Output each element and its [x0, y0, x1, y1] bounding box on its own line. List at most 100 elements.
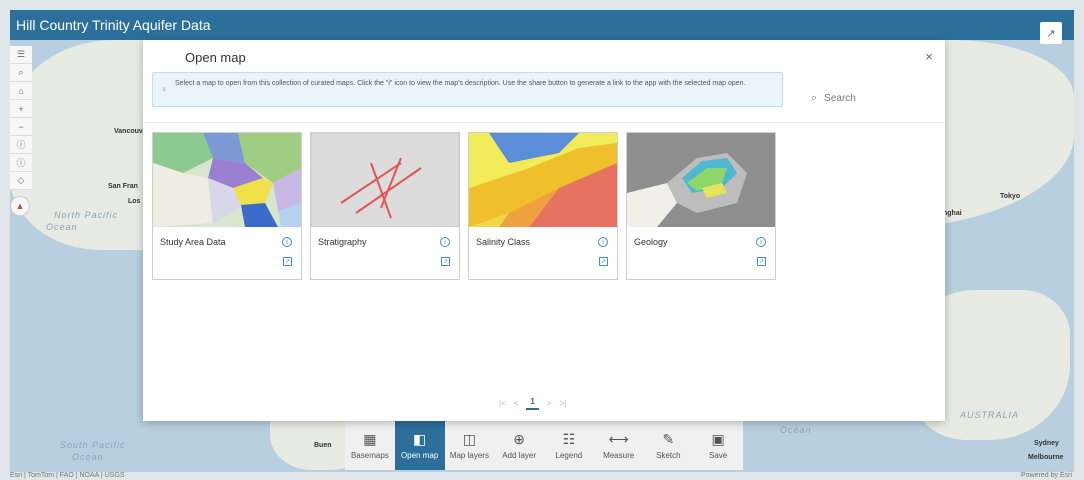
map-city-label: San Fran — [108, 183, 138, 190]
compass-icon: ▲ — [15, 201, 25, 211]
map-thumbnail — [311, 133, 459, 227]
share-button[interactable]: ↗ — [441, 257, 450, 266]
card-title: Stratigraphy — [318, 237, 367, 247]
lightbulb-icon: ♀ — [161, 85, 167, 94]
info-icon: ⓘ — [16, 158, 26, 168]
legend-icon: ☷ — [562, 431, 576, 447]
ocean-label: Ocean — [72, 452, 104, 462]
map-city-label: Melbourne — [1028, 454, 1064, 461]
bottom-toolbar: ▦ Basemaps ◧ Open map ◫ Map layers ⊕ Add… — [345, 420, 743, 470]
toolbar-sketch[interactable]: ✎ Sketch — [644, 420, 694, 470]
search-icon: ⌕ — [811, 91, 818, 104]
ocean-label: AUSTRALIA — [960, 410, 1020, 420]
ocean-label: Ocean — [780, 425, 812, 435]
map-city-label: Buen — [314, 442, 332, 449]
card-title: Salinity Class — [476, 237, 531, 247]
card-title: Study Area Data — [160, 237, 226, 247]
toolbar-label: Measure — [603, 451, 635, 460]
share-button[interactable]: ↗ — [599, 257, 608, 266]
locate-icon: ◇ — [17, 175, 25, 185]
home-button[interactable]: ⌂ — [10, 82, 32, 100]
prev-page-button[interactable]: < — [514, 399, 519, 408]
map-city-label: Vancouv — [114, 128, 143, 135]
info-button-2[interactable]: ⓘ — [10, 154, 32, 172]
search-icon: ⌕ — [18, 67, 24, 77]
plus-icon: + — [18, 103, 24, 114]
ocean-label: South Pacific — [60, 440, 126, 450]
search-input[interactable] — [824, 92, 905, 104]
share-button[interactable]: ↗ — [283, 257, 292, 266]
close-icon: × — [925, 48, 933, 64]
share-icon: ↗ — [284, 259, 291, 265]
toolbar-save[interactable]: ▣ Save — [693, 420, 743, 470]
toolbar-label: Map layers — [449, 451, 489, 460]
share-button[interactable]: ↗ — [757, 257, 766, 266]
first-page-button[interactable]: |< — [499, 399, 506, 408]
last-page-button[interactable]: >| — [560, 399, 567, 408]
map-thumbnail — [469, 133, 617, 227]
measure-icon: ⟷ — [608, 431, 629, 447]
info-icon: i — [286, 238, 288, 246]
pagination: |< < 1 > >| — [499, 397, 566, 410]
info-icon: i — [444, 238, 446, 246]
app-header: Hill Country Trinity Aquifer Data ↗ — [10, 10, 1074, 44]
toolbar-measure[interactable]: ⟷ Measure — [594, 420, 644, 470]
share-icon: ↗ — [758, 259, 765, 265]
home-icon: ⌂ — [18, 85, 24, 96]
share-button[interactable]: ↗ — [1040, 22, 1062, 44]
layers-icon: ◫ — [462, 431, 476, 447]
compass-button[interactable]: ▲ — [10, 196, 30, 216]
dialog-title: Open map — [185, 50, 246, 65]
info-banner: ♀ Select a map to open from this collect… — [152, 72, 783, 107]
toolbar-label: Sketch — [656, 451, 681, 460]
map-card[interactable]: Stratigraphy i ↗ — [310, 132, 460, 280]
info-icon: i — [760, 238, 762, 246]
toolbar-label: Save — [709, 451, 728, 460]
toolbar-map-layers[interactable]: ◫ Map layers — [445, 420, 495, 470]
share-icon: ↗ — [442, 259, 449, 265]
map-card[interactable]: Study Area Data i ↗ — [152, 132, 302, 280]
map-card[interactable]: Geology i ↗ — [626, 132, 776, 280]
search-map-button[interactable]: ⌕ — [10, 64, 32, 82]
app-title: Hill Country Trinity Aquifer Data — [16, 17, 211, 33]
toolbar-add-layer[interactable]: ⊕ Add layer — [494, 420, 544, 470]
next-page-button[interactable]: > — [547, 399, 552, 408]
map-city-label: Tokyo — [1000, 193, 1021, 200]
info-button[interactable]: i — [598, 237, 608, 247]
share-icon: ↗ — [600, 259, 607, 265]
toolbar-label: Add layer — [502, 451, 537, 460]
toolbar-label: Legend — [555, 451, 583, 460]
info-text: Select a map to open from this collectio… — [175, 80, 746, 87]
info-button[interactable]: i — [282, 237, 292, 247]
close-button[interactable]: × — [921, 48, 937, 64]
current-page[interactable]: 1 — [526, 397, 539, 410]
map-card[interactable]: Salinity Class i ↗ — [468, 132, 618, 280]
toolbar-legend[interactable]: ☷ Legend — [544, 420, 594, 470]
map-thumbnail — [153, 133, 301, 227]
powered-by: Powered by Esri — [1021, 472, 1072, 479]
locate-button[interactable]: ◇ — [10, 172, 32, 190]
search-box: ⌕ — [811, 88, 911, 108]
info-icon: i — [602, 238, 604, 246]
zoom-in-button[interactable]: + — [10, 100, 32, 118]
basemaps-icon: ▦ — [363, 431, 377, 447]
ocean-label: North Pacific — [54, 210, 119, 220]
list-button[interactable]: ☰ — [10, 46, 32, 64]
zoom-out-button[interactable]: − — [10, 118, 32, 136]
minus-icon: − — [18, 121, 24, 132]
map-city-label: Los — [128, 198, 141, 205]
map-thumbnail — [627, 133, 775, 227]
ocean-label: Ocean — [46, 222, 78, 232]
info-button[interactable]: ⓘ — [10, 136, 32, 154]
toolbar-open-map[interactable]: ◧ Open map — [394, 420, 445, 470]
add-layer-icon: ⊕ — [513, 431, 525, 447]
info-icon: ⓘ — [16, 140, 26, 150]
map-city-label: nghai — [943, 210, 962, 217]
toolbar-label: Basemaps — [350, 451, 389, 460]
info-button[interactable]: i — [756, 237, 766, 247]
share-icon: ↗ — [1046, 27, 1056, 40]
info-button[interactable]: i — [440, 237, 450, 247]
toolbar-basemaps[interactable]: ▦ Basemaps — [345, 420, 395, 470]
map-city-label: Sydney — [1034, 440, 1059, 447]
list-icon: ☰ — [16, 49, 26, 59]
